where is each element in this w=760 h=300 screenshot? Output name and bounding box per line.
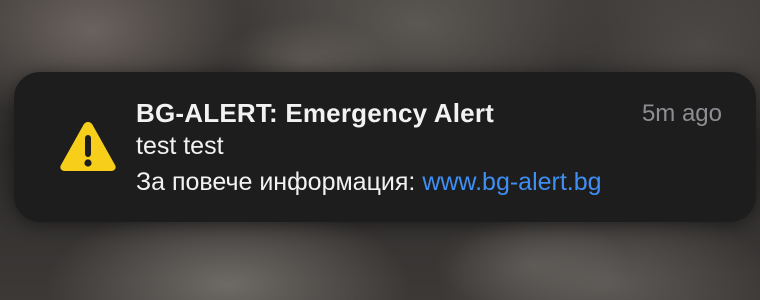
notification-title: BG-ALERT: Emergency Alert xyxy=(136,98,494,128)
more-info-label: За повече информация: xyxy=(136,168,416,196)
more-info-line: За повече информация: www.bg-alert.bg xyxy=(136,168,602,197)
warning-triangle-icon xyxy=(58,119,118,173)
emergency-alert-notification[interactable]: BG-ALERT: Emergency Alert 5m ago test te… xyxy=(14,72,756,222)
bg-alert-link[interactable]: www.bg-alert.bg xyxy=(422,168,601,196)
notification-message: test test xyxy=(136,132,224,160)
notification-timestamp: 5m ago xyxy=(641,100,722,127)
